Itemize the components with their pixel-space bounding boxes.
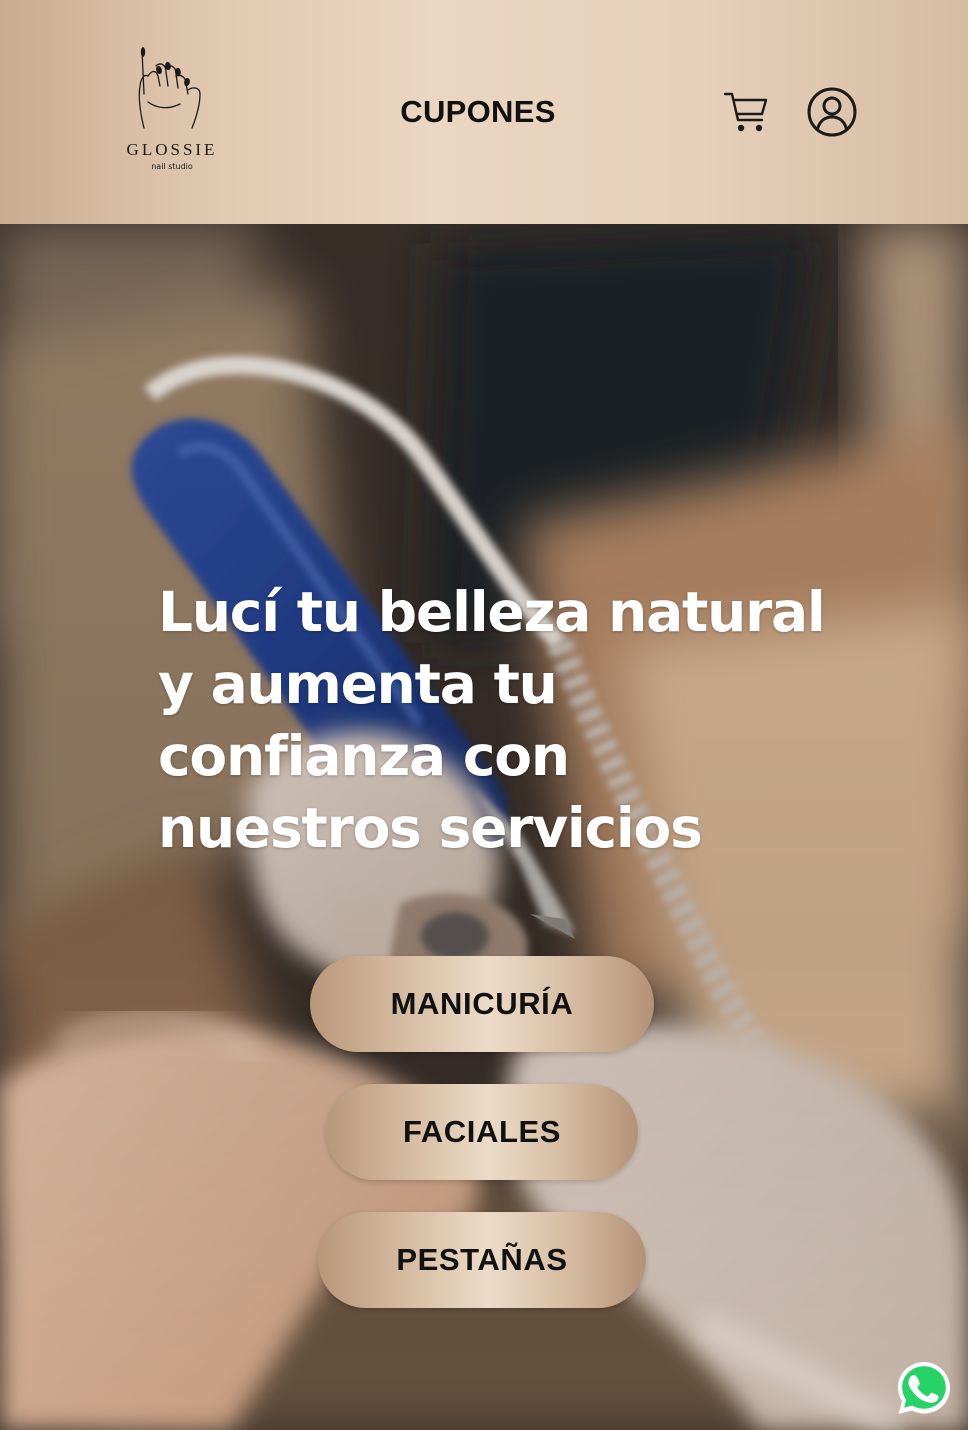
- user-account-icon: [807, 87, 857, 137]
- hero-section: Lucí tu belleza natural y aumenta tu con…: [0, 224, 968, 1430]
- whatsapp-button[interactable]: [894, 1358, 954, 1418]
- pestanas-button[interactable]: PESTAÑAS: [318, 1212, 646, 1308]
- cart-button[interactable]: [722, 88, 772, 136]
- page: GLOSSIE nail studio CUPONES Lucí tu bell…: [0, 0, 968, 1430]
- glossie-logo[interactable]: GLOSSIE nail studio: [112, 42, 232, 182]
- manicuria-button[interactable]: MANICURÍA: [310, 956, 654, 1052]
- cart-icon: [723, 92, 768, 132]
- site-header: GLOSSIE nail studio CUPONES: [0, 0, 968, 224]
- faciales-button[interactable]: FACIALES: [326, 1084, 638, 1180]
- hero-headline: Lucí tu belleza natural y aumenta tu con…: [158, 580, 826, 860]
- nav-link-cupones[interactable]: CUPONES: [378, 92, 578, 132]
- whatsapp-icon: [898, 1362, 950, 1414]
- brand-subtitle: nail studio: [151, 162, 193, 171]
- brand-name: GLOSSIE: [126, 140, 218, 159]
- hand-nails-logo-icon: [138, 47, 201, 129]
- user-account-button[interactable]: [806, 86, 858, 138]
